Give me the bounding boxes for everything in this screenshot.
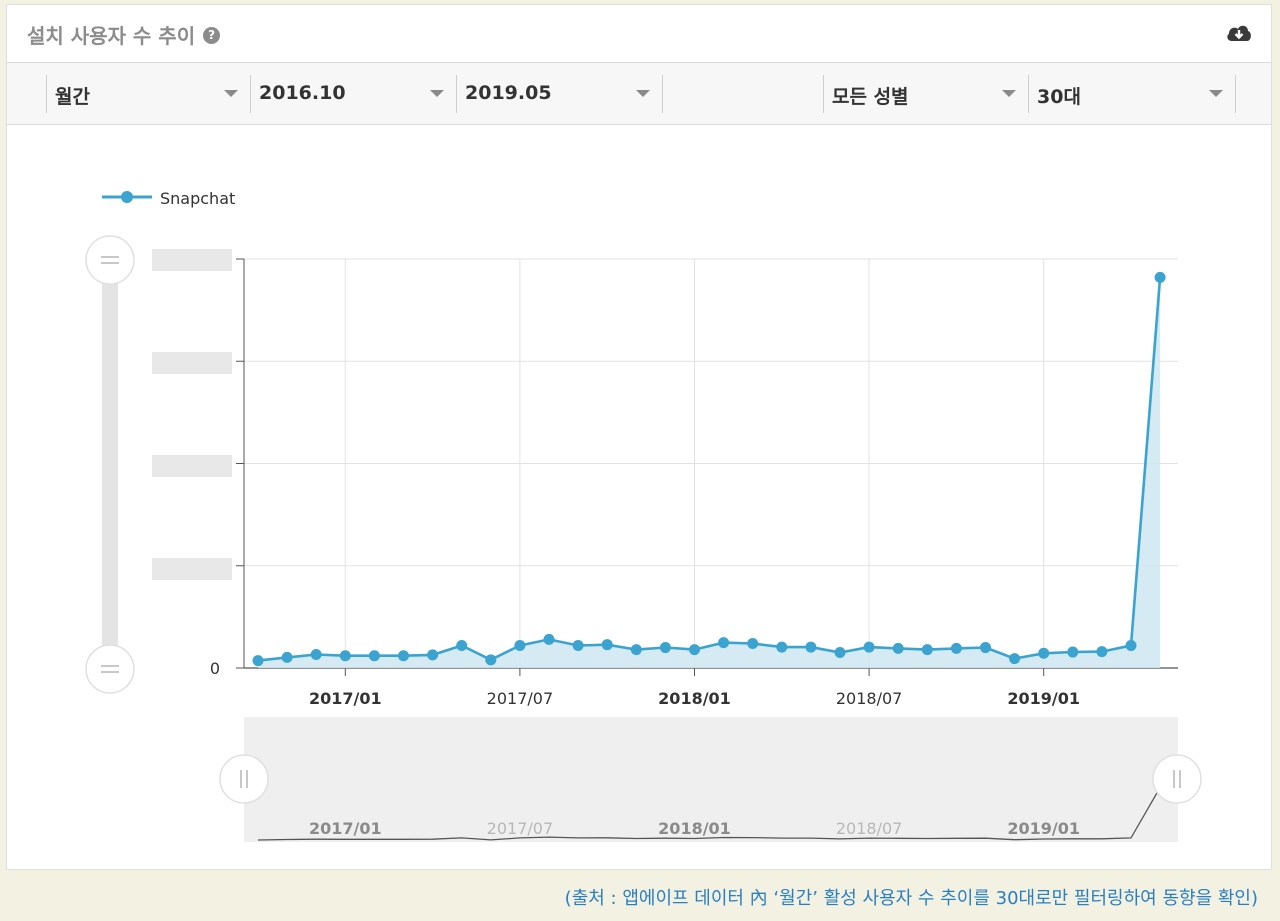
- data-point[interactable]: [456, 640, 468, 652]
- redacted-y-label: [152, 352, 232, 374]
- data-point[interactable]: [747, 637, 759, 649]
- x-tick-label: 2017/01: [309, 689, 382, 708]
- data-point[interactable]: [805, 641, 817, 653]
- data-point[interactable]: [485, 654, 497, 666]
- vertical-slider-bottom-handle[interactable]: [85, 644, 135, 694]
- vertical-slider-track: [102, 262, 118, 670]
- data-point[interactable]: [950, 642, 962, 654]
- data-point[interactable]: [398, 650, 409, 662]
- data-point[interactable]: [427, 649, 439, 661]
- navigator-tick-label: 2017/07: [487, 819, 553, 838]
- data-point[interactable]: [1067, 646, 1079, 658]
- data-point[interactable]: [601, 639, 613, 651]
- data-point[interactable]: [252, 655, 264, 667]
- navigator-tick-label: 2019/01: [1007, 819, 1080, 838]
- data-point[interactable]: [863, 641, 875, 653]
- x-tick-label: 2019/01: [1007, 689, 1080, 708]
- range-navigator[interactable]: 2017/01 2017/07 2018/01 2018/07 2019/01: [219, 717, 1202, 842]
- data-point[interactable]: [1154, 271, 1166, 283]
- y-tick-label: 0: [210, 659, 220, 678]
- data-point[interactable]: [689, 644, 700, 656]
- legend[interactable]: Snapchat: [102, 189, 235, 208]
- data-point[interactable]: [368, 650, 380, 662]
- redacted-y-label: [152, 558, 232, 580]
- navigator-tick-label: 2018/07: [836, 819, 902, 838]
- data-point[interactable]: [1125, 640, 1137, 652]
- series-area: [258, 277, 1161, 668]
- navigator-right-handle[interactable]: [1152, 754, 1202, 804]
- data-point[interactable]: [980, 642, 991, 654]
- redacted-y-label: [152, 455, 232, 477]
- plot-series: [252, 271, 1166, 668]
- y-axis-redacted-labels: [152, 249, 232, 580]
- x-axis-ticks: 2017/01 2017/07 2018/01 2018/07 2019/01: [309, 689, 1080, 708]
- chart-area: Snapchat 0 2017/01 2017/07 2018/01 2018/07 2…: [85, 189, 1202, 842]
- data-point[interactable]: [1038, 647, 1050, 659]
- legend-label: Snapchat: [160, 189, 235, 208]
- data-point[interactable]: [281, 651, 293, 663]
- data-point[interactable]: [1096, 646, 1108, 658]
- source-caption: (출처 : 앱에이프 데이터 內 ‘월간’ 활성 사용자 수 추이를 30대로만…: [564, 888, 1258, 909]
- vertical-zoom-slider[interactable]: [85, 235, 135, 694]
- navigator-tick-label: 2017/01: [309, 819, 382, 838]
- series-line: [257, 277, 1162, 662]
- navigator-left-handle[interactable]: [219, 754, 269, 804]
- data-point[interactable]: [1009, 653, 1021, 665]
- navigator-tick-label: 2018/01: [658, 819, 731, 838]
- vertical-slider-top-handle[interactable]: [85, 235, 135, 285]
- data-point[interactable]: [630, 644, 642, 656]
- data-point[interactable]: [339, 650, 351, 662]
- x-tick-label: 2017/07: [487, 689, 553, 708]
- gridlines: [236, 258, 1178, 676]
- data-point[interactable]: [776, 641, 788, 653]
- data-point[interactable]: [659, 642, 671, 654]
- data-point[interactable]: [543, 633, 555, 645]
- data-point[interactable]: [572, 640, 584, 652]
- legend-marker: [121, 191, 133, 203]
- data-point[interactable]: [834, 646, 846, 658]
- data-point[interactable]: [514, 640, 526, 652]
- redacted-y-label: [152, 249, 232, 271]
- data-point[interactable]: [921, 644, 933, 656]
- x-tick-label: 2018/07: [836, 689, 902, 708]
- data-point[interactable]: [310, 649, 322, 661]
- data-point[interactable]: [718, 637, 730, 649]
- x-tick-label: 2018/01: [658, 689, 731, 708]
- data-point[interactable]: [892, 642, 904, 654]
